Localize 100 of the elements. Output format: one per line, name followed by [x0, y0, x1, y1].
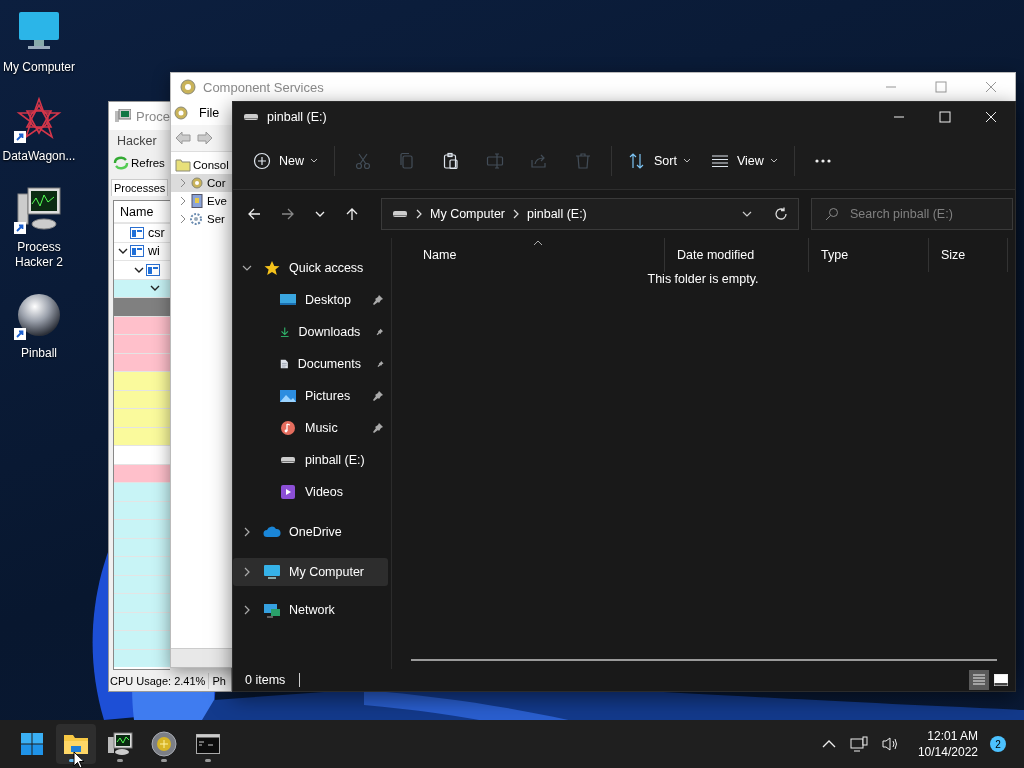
- column-header[interactable]: Name: [411, 238, 665, 272]
- drive-icon: [243, 112, 259, 122]
- nav-item[interactable]: Documents: [233, 348, 388, 380]
- volume-icon[interactable]: [881, 736, 900, 752]
- process-row[interactable]: [114, 297, 170, 316]
- computer-icon: [263, 564, 281, 580]
- computer-monitor-icon: [115, 109, 131, 123]
- forward-arrow-icon[interactable]: [281, 207, 295, 221]
- gears-icon: [189, 212, 205, 226]
- desktop-icon-label[interactable]: My Computer: [0, 60, 78, 75]
- menu-item[interactable]: Hacker: [111, 134, 163, 148]
- pictures-icon: [279, 388, 297, 404]
- more-icon: [814, 158, 831, 163]
- chevron-icon[interactable]: [243, 567, 251, 577]
- process-row[interactable]: csr: [114, 223, 170, 242]
- tree-item[interactable]: Cor: [171, 174, 232, 192]
- clock-date[interactable]: 10/14/2022: [917, 744, 978, 760]
- column-header[interactable]: Type: [809, 238, 929, 272]
- desktop-icon-label[interactable]: Process Hacker 2: [0, 240, 78, 270]
- computer-monitor-icon[interactable]: [16, 186, 62, 232]
- chevron-up-icon[interactable]: [821, 739, 836, 749]
- mouse-pointer-icon: [73, 751, 85, 768]
- chevron-icon[interactable]: [243, 527, 251, 537]
- log-book-icon: [189, 194, 205, 208]
- chevron-right-icon[interactable]: [513, 209, 520, 219]
- nav-item[interactable]: Music: [233, 412, 388, 444]
- new-button[interactable]: New: [245, 145, 326, 176]
- sort-arrows-icon: [628, 151, 646, 170]
- chevron-right-icon[interactable]: [416, 209, 422, 219]
- tab[interactable]: Processes: [111, 179, 169, 196]
- breadcrumb[interactable]: pinball (E:): [527, 207, 587, 221]
- tree-item[interactable]: Eve: [171, 192, 232, 210]
- scissors-icon: [354, 151, 372, 170]
- forward-arrow-icon[interactable]: [197, 131, 213, 145]
- pin-icon[interactable]: [372, 294, 384, 306]
- folder-icon: [63, 732, 89, 756]
- nav-item[interactable]: Downloads: [233, 316, 388, 348]
- column-header[interactable]: Name: [120, 204, 154, 219]
- address-bar[interactable]: My Computer pinball (E:): [381, 198, 799, 230]
- sort-button[interactable]: Sort: [620, 145, 699, 176]
- caret-icon: [682, 157, 691, 164]
- nav-item[interactable]: Network: [233, 594, 388, 626]
- nav-item[interactable]: Pictures: [233, 380, 388, 412]
- pin-icon[interactable]: [376, 326, 384, 338]
- chevron-down-icon[interactable]: [742, 210, 752, 218]
- pin-icon[interactable]: [372, 422, 384, 434]
- star-icon[interactable]: [16, 97, 62, 141]
- clock-time[interactable]: 12:01 AM: [927, 728, 978, 744]
- empty-folder-message: This folder is empty.: [646, 272, 760, 286]
- menu-item[interactable]: File: [193, 106, 226, 120]
- process-row[interactable]: [114, 260, 170, 279]
- refresh-icon: [113, 156, 129, 170]
- sphere-icon[interactable]: [16, 292, 62, 338]
- nav-item[interactable]: My Computer: [233, 558, 388, 586]
- view-button[interactable]: View: [702, 145, 786, 176]
- nav-item[interactable]: Quick access: [233, 252, 388, 284]
- cloud-icon: [263, 524, 281, 540]
- search-icon: [825, 207, 839, 221]
- network-icon[interactable]: [849, 736, 868, 752]
- monitor-icon[interactable]: [17, 10, 61, 52]
- caret-icon: [310, 157, 318, 164]
- chevron-icon[interactable]: [242, 264, 252, 272]
- computer-monitor-icon: [107, 732, 133, 756]
- up-arrow-icon[interactable]: [345, 207, 359, 221]
- pin-icon[interactable]: [372, 390, 384, 402]
- music-icon: [279, 420, 297, 436]
- window-icon: [130, 245, 144, 258]
- nav-item[interactable]: Desktop: [233, 284, 388, 316]
- nav-item[interactable]: pinball (E:): [233, 444, 388, 476]
- list-lines-icon: [971, 673, 987, 687]
- scroll-bar[interactable]: [411, 659, 997, 661]
- pin-icon[interactable]: [376, 358, 384, 370]
- gear-icon: [179, 78, 197, 96]
- preview-pane-icon: [993, 673, 1009, 687]
- desktop-icon-label[interactable]: Pinball: [0, 346, 78, 361]
- refresh-icon[interactable]: [774, 207, 788, 221]
- window-icon: [130, 226, 144, 239]
- caret-icon: [769, 157, 778, 164]
- search-field[interactable]: Search pinball (E:): [811, 198, 1013, 230]
- ball-icon: [151, 731, 177, 757]
- videos-icon: [279, 484, 297, 500]
- column-header[interactable]: Date modified: [665, 238, 809, 272]
- notification-badge[interactable]: 2: [990, 736, 1006, 752]
- desktop-icon-label[interactable]: DataWagon...: [0, 149, 78, 164]
- tree-item[interactable]: Ser: [171, 210, 232, 228]
- chevron-icon[interactable]: [243, 605, 251, 615]
- clipboard-icon: [442, 151, 460, 170]
- status-text: CPU Usage: 2.41%: [110, 675, 206, 687]
- window-icon: [146, 263, 160, 276]
- nav-item[interactable]: Videos: [233, 476, 388, 508]
- column-header[interactable]: Size: [929, 238, 1008, 272]
- nav-item[interactable]: OneDrive: [233, 516, 388, 548]
- breadcrumb[interactable]: My Computer: [430, 207, 506, 221]
- window-title: Proce: [136, 108, 170, 124]
- scroll-bar[interactable]: [171, 648, 232, 667]
- refresh-button[interactable]: Refres: [112, 156, 166, 170]
- star-icon: [263, 260, 281, 276]
- window-title: pinball (E:): [267, 110, 327, 124]
- explorer-taskbar-button[interactable]: [56, 724, 96, 764]
- tree-item[interactable]: Consol: [171, 156, 232, 174]
